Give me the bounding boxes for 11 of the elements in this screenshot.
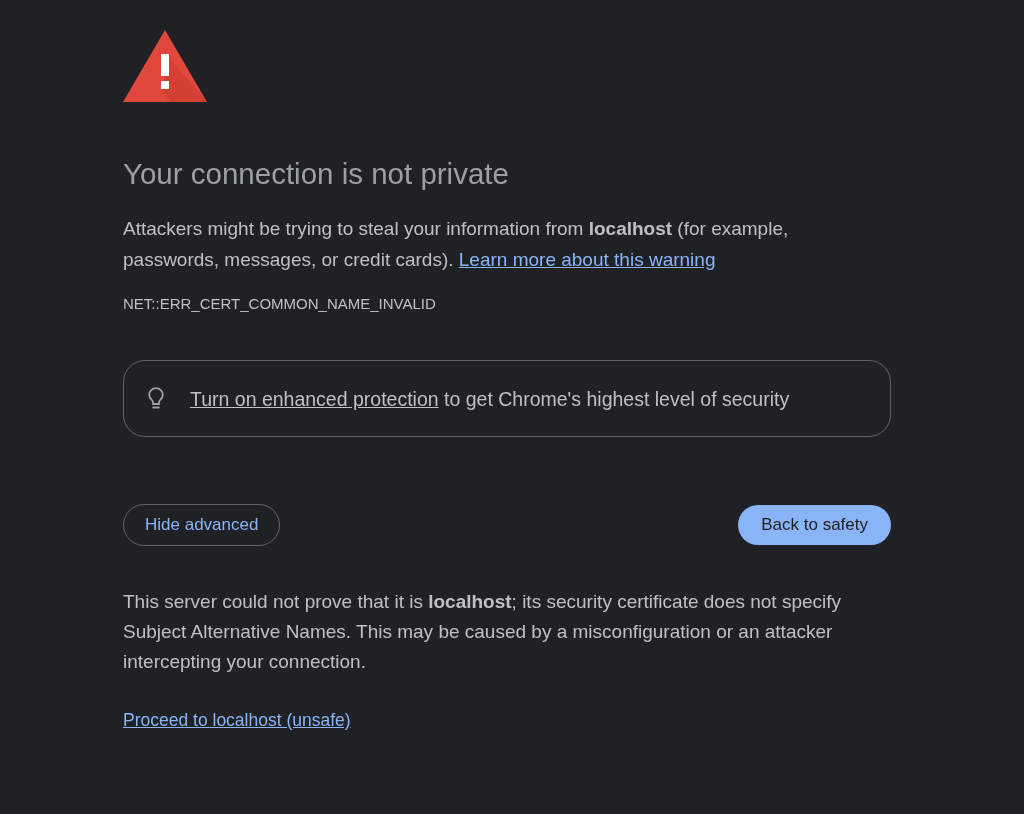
enhanced-protection-message: Turn on enhanced protection to get Chrome's highest level of security: [190, 386, 790, 411]
proceed-link[interactable]: Proceed to localhost (unsafe): [123, 709, 351, 731]
page-title: Your connection is not private: [123, 156, 509, 192]
lightbulb-icon: [148, 387, 164, 410]
warning-message: Attackers might be trying to steal your information from localhost (for example, passwords, messages, or credit cards). Learn more about this warning: [123, 217, 790, 272]
error-code: NET::ERR_CERT_COMMON_NAME_INVALID: [123, 294, 436, 314]
warning-triangle-icon: [123, 30, 207, 102]
enhanced-protection-link[interactable]: Turn on enhanced protection: [190, 387, 439, 410]
back-to-safety-button[interactable]: Back to safety: [738, 505, 891, 545]
learn-more-link[interactable]: Learn more about this warning: [458, 249, 716, 270]
details-message: This server could not prove that it is localhost; its security certificate does not specify Subject Alternative Names. This may be caused by a misconfiguration or an attacker intercepting your connection.: [123, 590, 843, 674]
